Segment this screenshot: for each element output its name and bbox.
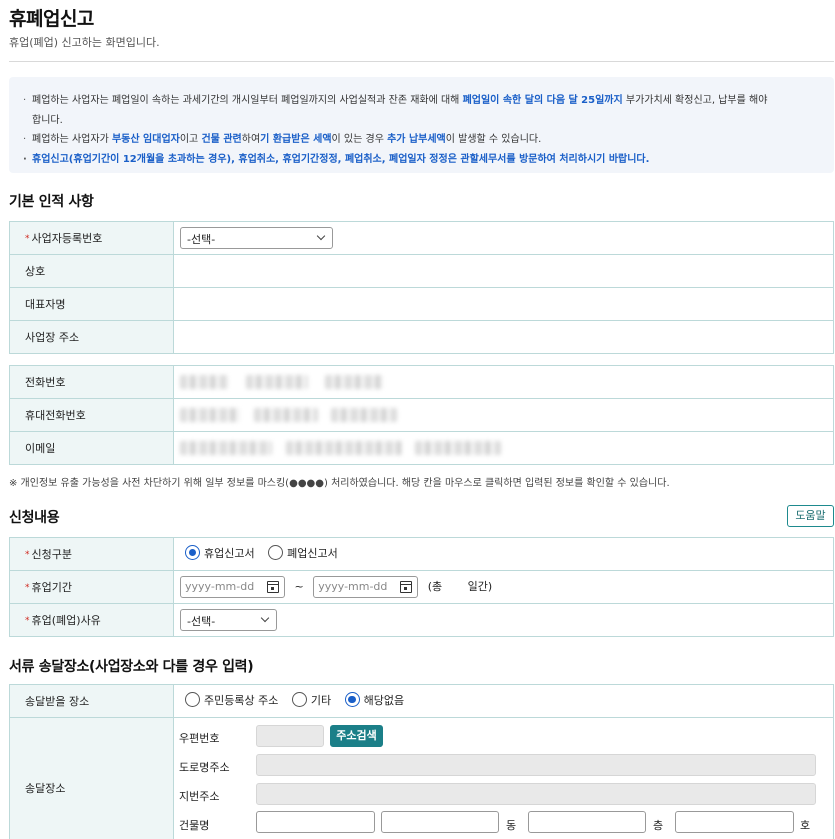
row-delivery-place: 송달받을 장소 주민등록상 주소 기타 해당없음 [9,684,834,718]
label-building: 건물명 [179,819,210,832]
row-period: * 휴업기간 yyyy-mm-dd ~ yyyy-mm-dd (총 일간) [9,570,834,604]
trade-name-value [173,254,834,288]
row-biz-no: * 사업자등록번호 -선택- [9,221,834,255]
section-title-apply: 신청내용 [9,510,60,526]
radio-closure-perm[interactable]: 폐업신고서 [268,545,338,561]
chevron-down-icon [260,613,270,623]
ho-input[interactable] [675,811,794,833]
required-mark: * [25,234,30,244]
email-value-masked[interactable] [173,431,834,465]
radio-closure-temp[interactable]: 휴업신고서 [185,545,255,561]
section-title-delivery: 서류 송달장소(사업장소와 다를 경우 입력) [9,659,254,675]
label-address: 사업장 주소 [9,320,174,354]
radio-not-applicable[interactable]: 해당없음 [344,692,404,708]
basic-info-table: * 사업자등록번호 -선택- 상호 대표자명 사업장 주소 [9,221,834,354]
label-reason: * 휴업(폐업)사유 [9,603,174,637]
page-title: 휴폐업신고 [9,8,94,30]
label-ho: 호 [800,819,811,832]
radio-resident-address[interactable]: 주민등록상 주소 [185,692,278,708]
divider [9,61,834,62]
ceo-value [173,287,834,321]
row-address: 사업장 주소 [9,320,834,354]
start-date-input[interactable]: yyyy-mm-dd [180,576,285,598]
total-days-open: (총 [427,580,443,593]
label-floor: 층 [653,819,664,832]
label-type: * 신청구분 [9,537,174,571]
row-email: 이메일 [9,431,834,465]
zip-input[interactable] [256,725,324,747]
label-phone: 전화번호 [9,365,174,399]
calendar-icon[interactable] [267,581,279,593]
label-ceo: 대표자명 [9,287,174,321]
road-address-input[interactable] [256,754,816,776]
contact-table: 전화번호 휴대전화번호 이메일 [9,365,834,465]
row-phone: 전화번호 [9,365,834,399]
row-reason: * 휴업(폐업)사유 -선택- [9,603,834,637]
reason-select[interactable]: -선택- [180,609,277,631]
row-mobile: 휴대전화번호 [9,398,834,432]
masking-note: ※ 개인정보 유출 가능성을 사전 차단하기 위해 일부 정보를 마스킹(●●●… [9,478,670,489]
page-subtitle: 휴업(폐업) 신고하는 화면입니다. [9,36,160,49]
label-zip: 우편번호 [179,732,220,745]
radio-dot [268,545,284,561]
chevron-down-icon [316,231,326,241]
label-biz-no: * 사업자등록번호 [9,221,174,255]
calendar-icon[interactable] [400,581,413,593]
notice-line-1: 폐업하는 사업자는 폐업일이 속하는 과세기간의 개시일부터 폐업일까지의 사업… [23,91,822,130]
help-button[interactable]: 도움말 [787,505,834,527]
row-type: * 신청구분 휴업신고서 폐업신고서 [9,537,834,571]
label-dong: 동 [506,819,517,832]
radio-dot-checked [185,545,200,561]
biz-no-select[interactable]: -선택- [180,227,333,249]
notice-line-2: 폐업하는 사업자가 부동산 임대업자이고 건물 관련하여기 환급받은 세액이 있… [23,130,822,150]
floor-input[interactable] [528,811,646,833]
end-date-input[interactable]: yyyy-mm-dd [313,576,419,598]
section-title-basic: 기본 인적 사항 [9,194,94,210]
row-trade-name: 상호 [9,254,834,288]
apply-table: * 신청구분 휴업신고서 폐업신고서 * 휴업기간 yyyy-mm-dd ~ yyy… [9,537,834,637]
address-search-button[interactable]: 주소검색 [330,725,383,747]
label-jibun-address: 지번주소 [179,790,220,803]
row-ceo: 대표자명 [9,287,834,321]
date-range-tilde: ~ [294,580,304,593]
label-period: * 휴업기간 [9,570,174,604]
dong-input[interactable] [381,811,499,833]
label-mobile: 휴대전화번호 [9,398,174,432]
jibun-address-input[interactable] [256,783,816,805]
radio-other[interactable]: 기타 [291,692,331,708]
address-value [173,320,834,354]
label-trade-name: 상호 [9,254,174,288]
label-email: 이메일 [9,431,174,465]
notice-box: 폐업하는 사업자는 폐업일이 속하는 과세기간의 개시일부터 폐업일까지의 사업… [9,77,834,173]
building-name-input[interactable] [256,811,375,833]
label-delivery-address: 송달장소 [9,717,174,839]
label-road-address: 도로명주소 [179,761,230,774]
phone-value-masked[interactable] [173,365,834,399]
mobile-value-masked[interactable] [173,398,834,432]
label-delivery-place: 송달받을 장소 [9,684,174,718]
notice-line-3: 휴업신고(휴업기간이 12개월을 초과하는 경우), 휴업취소, 휴업기간정정,… [23,150,822,170]
total-days-close: 일간) [467,580,493,593]
